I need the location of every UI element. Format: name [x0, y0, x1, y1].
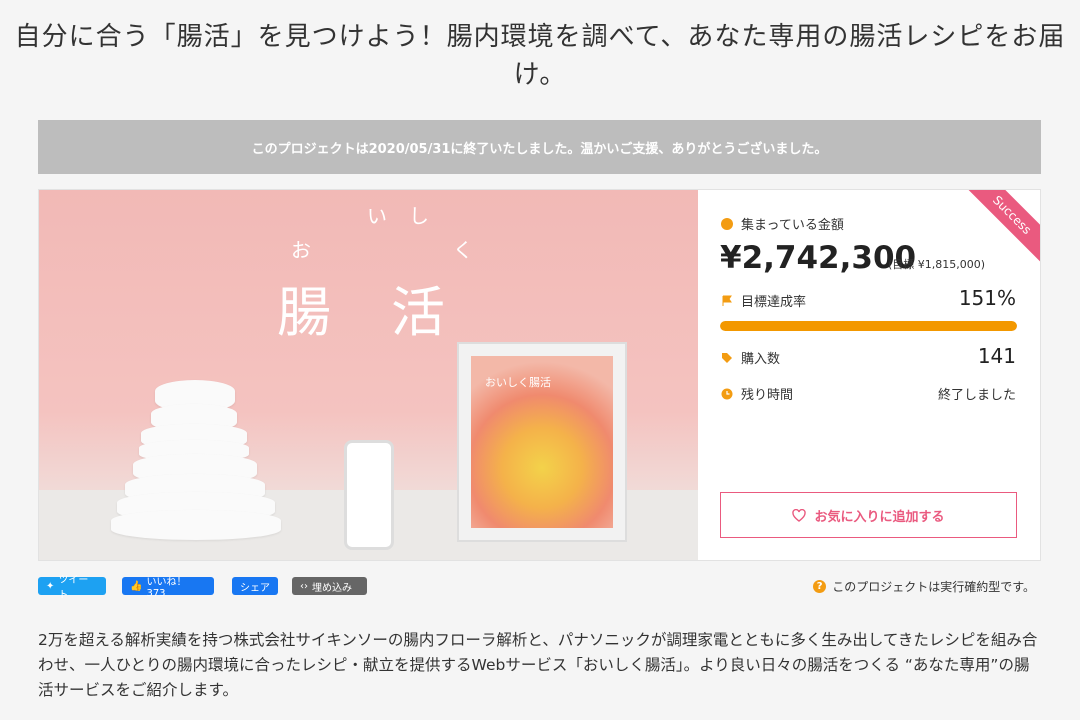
funding-stats: Success 集まっている金額 ¥2,742,300 (目標 ¥1,815,0…: [698, 190, 1040, 560]
project-card: い し お く 腸活 おいしく腸活 Success 集まっている金額 ¥2,74…: [38, 189, 1041, 561]
time-label: 残り時間: [741, 388, 794, 403]
progress-bar: [720, 321, 1017, 331]
purchases-value: 141: [977, 344, 1016, 368]
project-ended-notice: このプロジェクトは2020/05/31に終了いたしました。温かいご支援、ありがと…: [38, 120, 1041, 174]
favorite-button-label: お気に入りに追加する: [814, 509, 945, 525]
code-icon: ‹›: [300, 580, 308, 592]
product-package: おいしく腸活: [457, 342, 627, 542]
target-amount: (目標 ¥1,815,000): [888, 258, 986, 271]
like-label: いいね！ 373: [146, 577, 187, 599]
embed-button[interactable]: ‹› 埋め込み: [292, 577, 367, 595]
tag-icon: [722, 352, 732, 363]
collected-label: 集まっている金額: [741, 218, 844, 233]
question-icon: ?: [813, 580, 827, 593]
hero-char-o: お: [291, 238, 311, 262]
rate-value: 151%: [958, 286, 1016, 310]
rate-label: 目標達成率: [741, 295, 807, 310]
clock-icon: [721, 388, 733, 399]
tweet-button[interactable]: ✦ ツイート: [38, 575, 106, 601]
purchases-label-row: 購入数: [721, 348, 780, 367]
hero-char-i: い: [367, 204, 387, 228]
hero-image: い し お く 腸活 おいしく腸活: [39, 190, 698, 560]
success-ribbon: Success: [960, 190, 1040, 267]
hero-char-shi: し: [409, 204, 429, 228]
tweet-label: ツイート: [58, 575, 89, 601]
project-type-text: このプロジェクトは実行確約型です。: [832, 580, 1035, 594]
twitter-icon: ✦: [46, 580, 55, 592]
collected-label-row: 集まっている金額: [721, 214, 844, 233]
rate-label-row: 目標達成率: [721, 291, 806, 310]
star-icon: [721, 217, 733, 230]
favorite-button[interactable]: お気に入りに追加する: [720, 492, 1017, 538]
share-label: シェア: [240, 582, 270, 594]
time-value: 終了しました: [937, 388, 1016, 403]
package-label: おいしく腸活: [485, 376, 551, 389]
flag-icon: [722, 295, 732, 306]
heart-icon: [792, 508, 807, 522]
like-button[interactable]: 👍 いいね！ 373: [122, 577, 214, 599]
collected-amount: ¥2,742,300: [720, 240, 917, 276]
hero-char-ku: く: [453, 238, 473, 262]
thumbs-up-icon: 👍: [130, 580, 143, 592]
embed-label: 埋め込み: [312, 582, 352, 594]
time-label-row: 残り時間: [721, 384, 793, 403]
project-type-note: ? このプロジェクトは実行確約型です。: [813, 578, 1035, 595]
purchases-label: 購入数: [741, 352, 781, 367]
share-button[interactable]: シェア: [232, 577, 278, 595]
hero-main-word: 腸活: [277, 281, 505, 344]
page-title: 自分に合う「腸活」を見つけよう！腸内環境を調べて、あなた専用の腸活レシピをお届け…: [14, 22, 1066, 90]
project-description: 2万を超える解析実績を持つ株式会社サイキンソーの腸内フローラ解析と、パナソニック…: [38, 631, 1038, 699]
progress-bar-fill: [720, 321, 1017, 331]
phone-image: [344, 440, 394, 550]
